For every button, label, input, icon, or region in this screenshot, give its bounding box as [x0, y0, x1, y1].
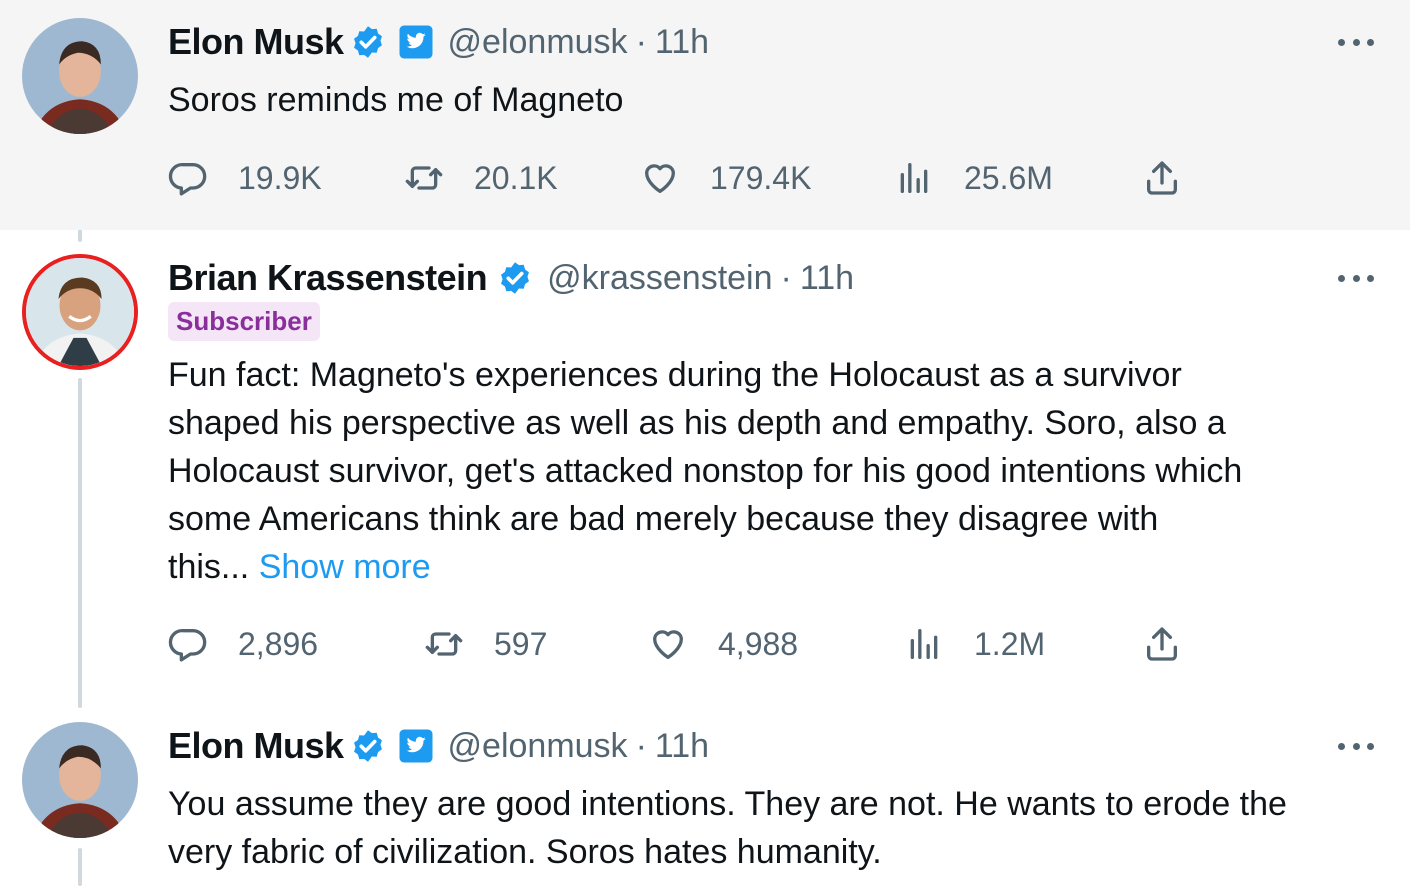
reply-icon [168, 162, 207, 196]
show-more-link[interactable]: Show more [259, 548, 431, 586]
tweet-krassenstein[interactable]: Brian Krassenstein @krassenstein · 11h S… [0, 230, 1410, 700]
author-handle[interactable]: @elonmusk [448, 23, 628, 62]
avatar-image [22, 722, 138, 838]
verified-badge-icon [350, 728, 386, 764]
separator-dot: · [780, 258, 792, 297]
tweet-time[interactable]: 11h [655, 23, 709, 62]
government-affiliation-icon [398, 24, 434, 60]
tweet-elon-2[interactable]: Elon Musk @elonmusk · 11h You assume the… [0, 700, 1410, 886]
more-options-icon[interactable] [1338, 32, 1374, 52]
verified-badge-icon [497, 260, 533, 296]
reply-button[interactable]: 19.9K [168, 156, 322, 200]
author-handle[interactable]: @krassenstein [547, 259, 772, 298]
tweet-elon-1[interactable]: Elon Musk @elonmusk · 11h Soros reminds … [0, 0, 1410, 230]
like-button[interactable]: 4,988 [648, 622, 798, 666]
government-affiliation-icon [398, 728, 434, 764]
tweet-text: You assume they are good intentions. The… [168, 780, 1287, 876]
tweet-header: Brian Krassenstein @krassenstein · 11h [168, 256, 854, 300]
retweet-count: 20.1K [474, 159, 558, 196]
views-button[interactable]: 25.6M [894, 156, 1053, 200]
separator-dot: · [635, 22, 647, 61]
views-count: 1.2M [974, 625, 1046, 662]
views-count: 25.6M [964, 159, 1053, 196]
avatar-image [22, 18, 138, 134]
views-button[interactable]: 1.2M [904, 622, 1045, 666]
retweet-button[interactable]: 20.1K [404, 156, 558, 200]
heart-icon [645, 164, 675, 193]
reply-button[interactable]: 2,896 [168, 622, 318, 666]
heart-icon [653, 630, 683, 659]
avatar[interactable] [22, 722, 138, 838]
tweet-text-fragment: this... [168, 548, 250, 586]
avatar[interactable] [22, 18, 138, 134]
tweet-header: Elon Musk @elonmusk · 11h [168, 20, 709, 64]
retweet-count: 597 [494, 625, 548, 662]
tweet-text: Soros reminds me of Magneto [168, 81, 624, 119]
tweet-time[interactable]: 11h [655, 727, 709, 766]
reply-count: 2,896 [238, 625, 319, 662]
retweet-button[interactable]: 597 [424, 622, 547, 666]
share-icon [1147, 627, 1177, 661]
subscriber-badge: Subscriber [168, 302, 320, 341]
retweet-icon [425, 632, 463, 656]
separator-dot: · [635, 726, 647, 765]
tweet-text-line: Holocaust survivor, get's attacked nonst… [168, 452, 1243, 490]
tweet-text-line: some Americans think are bad merely beca… [168, 500, 1159, 538]
avatar[interactable] [22, 254, 138, 370]
tweet-text-line: very fabric of civilization. Soros hates… [168, 833, 882, 871]
more-options-icon[interactable] [1338, 736, 1374, 756]
like-button[interactable]: 179.4K [640, 156, 811, 200]
tweet-text-line: shaped his perspective as well as his de… [168, 404, 1226, 442]
tweet-text-line: Fun fact: Magneto's experiences during t… [168, 356, 1182, 394]
share-button[interactable] [1142, 156, 1182, 200]
like-count: 179.4K [710, 159, 812, 196]
verified-badge-icon [350, 24, 386, 60]
tweet-text: Fun fact: Magneto's experiences during t… [168, 351, 1242, 591]
author-name[interactable]: Elon Musk [168, 725, 344, 767]
tweet-text-line: You assume they are good intentions. The… [168, 785, 1287, 823]
like-count: 4,988 [718, 625, 799, 662]
views-chart-icon [900, 163, 928, 193]
author-handle[interactable]: @elonmusk [448, 727, 628, 766]
tweet-actions: 19.9K 20.1K 179.4K 25.6M [168, 156, 1188, 200]
author-name[interactable]: Brian Krassenstein [168, 257, 488, 299]
more-options-icon[interactable] [1338, 268, 1374, 288]
tweet-actions: 2,896 597 4,988 1.2M [168, 622, 1188, 666]
tweet-time[interactable]: 11h [800, 259, 854, 298]
tweet-text-line: this... Show more [168, 543, 1242, 591]
author-name[interactable]: Elon Musk [168, 21, 344, 63]
reply-count: 19.9K [238, 159, 322, 196]
reply-icon [168, 628, 207, 662]
avatar-image [26, 258, 134, 366]
views-chart-icon [910, 629, 938, 659]
retweet-icon [405, 166, 443, 190]
tweet-header: Elon Musk @elonmusk · 11h [168, 724, 709, 768]
share-button[interactable] [1142, 622, 1182, 666]
share-icon [1147, 161, 1177, 195]
